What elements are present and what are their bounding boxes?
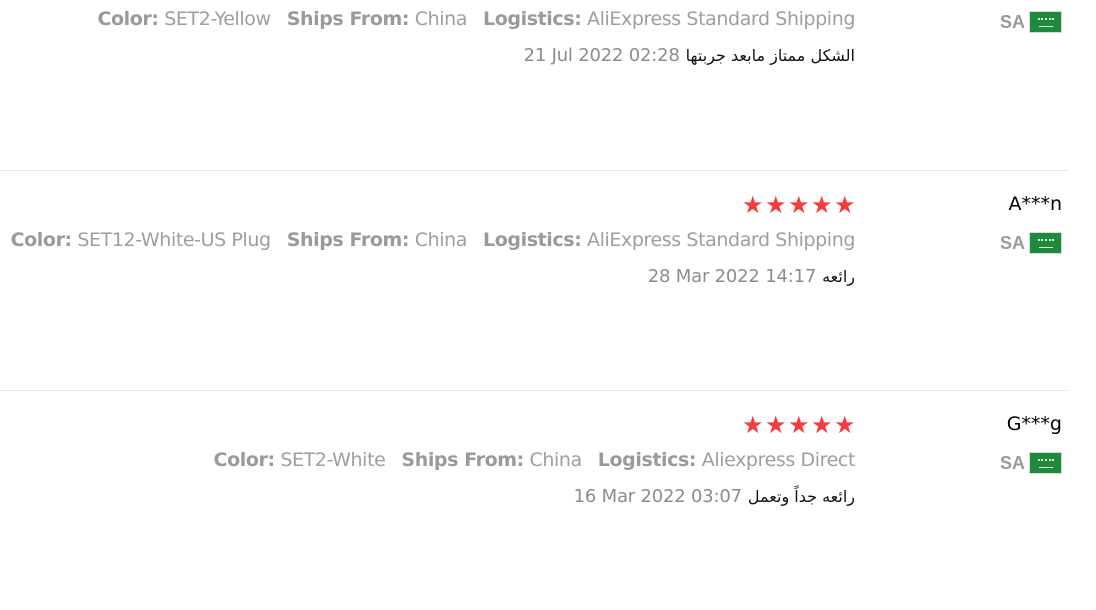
logistics-label: Logistics:: [597, 449, 697, 471]
review-content: Color: SET2-Yellow Ships From: China Logis…: [5, 0, 855, 100]
logistics-value: Aliexpress Direct: [701, 449, 856, 471]
ships-from-label: Ships From:: [286, 8, 410, 30]
star-icon: ★: [788, 411, 810, 439]
reviewer-info: A***n SA: [942, 171, 1062, 271]
star-icon: ★: [788, 191, 810, 219]
logistics-label: Logistics:: [483, 8, 582, 30]
review-text: رائعه: [822, 267, 855, 286]
logistics-label: Logistics:: [483, 229, 582, 251]
review-date: 16 Mar 2022 03:07: [573, 486, 743, 507]
star-icon: ★: [834, 191, 856, 219]
order-info: Color: SET2-White Ships From: China Logist…: [198, 449, 856, 471]
color-label: Color:: [10, 229, 73, 251]
review-feedback: 28 Mar 2022 14:17 رائعه: [648, 266, 855, 287]
reviewer-country: SA: [1000, 232, 1062, 254]
ships-from-value: China: [414, 229, 468, 251]
color-label: Color:: [97, 8, 159, 30]
order-info: Color: SET2-Yellow Ships From: China Logis…: [81, 8, 855, 30]
logistics-value: AliExpress Standard Shipping: [587, 229, 855, 251]
ships-from-label: Ships From:: [401, 449, 524, 471]
reviewer-country: SA: [1000, 11, 1062, 33]
ships-from-value: China: [529, 449, 582, 471]
country-code: SA: [999, 232, 1025, 253]
review-item: A***n SA ★ ★ ★ ★ ★ Color: SET12-White-US…: [0, 171, 1069, 390]
color-value: SET2-White: [280, 449, 386, 471]
review-text: رائعه جداً وتعمل: [747, 487, 855, 506]
review-item: SA Color: SET2-Yellow Ships From: China Lo…: [0, 0, 1069, 170]
color-value: SET12-White-US Plug: [77, 229, 271, 251]
order-info: Color: SET12-White-US Plug Ships From: Ch…: [0, 229, 856, 251]
country-code: SA: [999, 11, 1025, 32]
reviewer-info: G***g SA: [942, 391, 1062, 491]
review-date: 28 Mar 2022 14:17: [647, 266, 817, 287]
star-icon: ★: [811, 191, 833, 219]
review-feedback: 16 Mar 2022 03:07 رائعه جداً وتعمل: [574, 486, 855, 507]
review-text: الشكل ممتاز مابعد جربتها: [685, 46, 855, 65]
star-icon: ★: [742, 191, 764, 219]
star-icon: ★: [811, 411, 833, 439]
review-feedback: 21 Jul 2022 02:28 الشكل ممتاز مابعد جربت…: [524, 45, 855, 66]
review-content: ★ ★ ★ ★ ★ Color: SET2-White Ships From: C…: [5, 391, 856, 541]
reviewer-country: SA: [1000, 452, 1062, 474]
rating-stars: ★ ★ ★ ★ ★: [742, 411, 856, 439]
reviewer-name: G***g: [1006, 413, 1062, 435]
saudi-arabia-flag-icon: [1029, 11, 1062, 33]
ships-from-value: China: [414, 8, 468, 30]
country-code: SA: [999, 452, 1025, 473]
star-icon: ★: [765, 191, 787, 219]
star-icon: ★: [742, 411, 764, 439]
review-content: ★ ★ ★ ★ ★ Color: SET12-White-US Plug Ship…: [5, 171, 856, 321]
star-icon: ★: [834, 411, 856, 439]
logistics-value: AliExpress Standard Shipping: [587, 8, 855, 30]
color-value: SET2-Yellow: [164, 8, 271, 30]
ships-from-label: Ships From:: [286, 229, 410, 251]
saudi-arabia-flag-icon: [1029, 232, 1062, 254]
reviewer-info: SA: [942, 0, 1062, 50]
color-label: Color:: [213, 449, 276, 471]
reviewer-name: A***n: [1008, 193, 1062, 215]
review-date: 21 Jul 2022 02:28: [523, 45, 680, 66]
rating-stars: ★ ★ ★ ★ ★: [742, 191, 856, 219]
saudi-arabia-flag-icon: [1029, 452, 1062, 474]
review-item: G***g SA ★ ★ ★ ★ ★ Color: SET2-White Ship…: [0, 391, 1069, 610]
star-icon: ★: [765, 411, 787, 439]
